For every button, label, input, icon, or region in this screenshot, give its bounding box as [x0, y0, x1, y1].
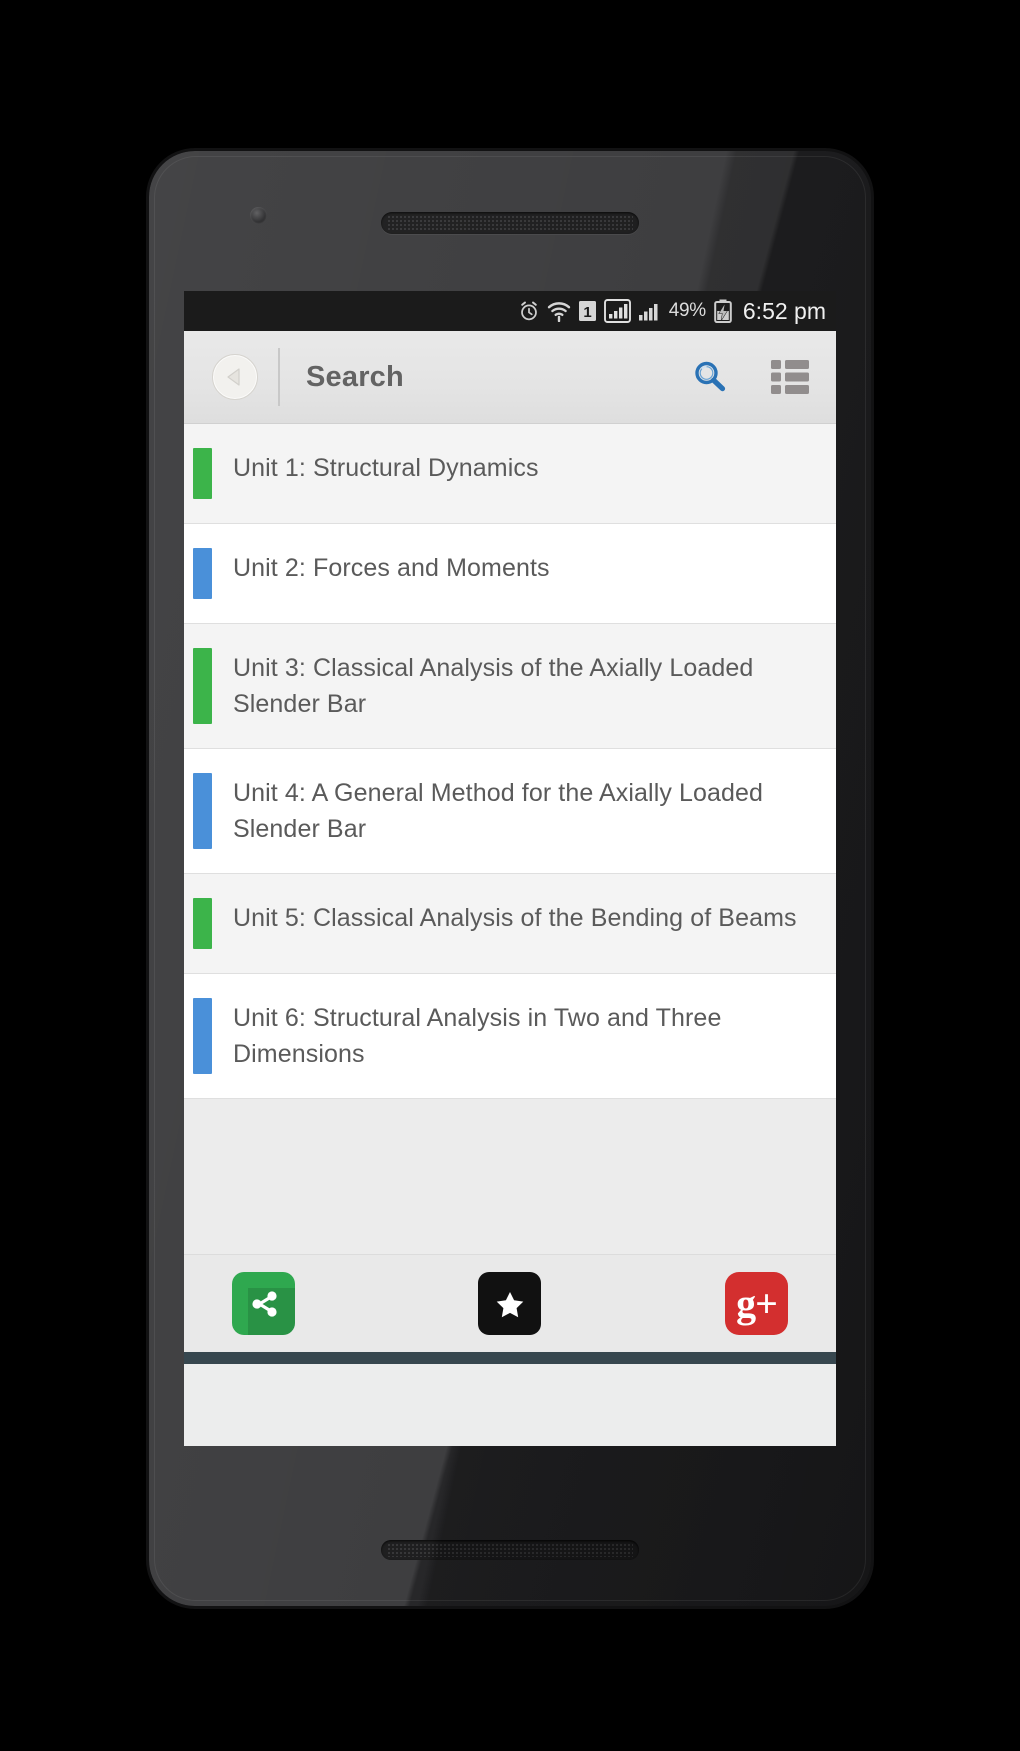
list-item[interactable]: Unit 6: Structural Analysis in Two and T… — [184, 974, 836, 1099]
battery-charging-icon — [714, 299, 732, 323]
front-camera-icon — [250, 207, 267, 224]
google-plus-slot: g+ — [603, 1272, 788, 1335]
status-bar: 1 49% 6:52 pm — [184, 291, 836, 331]
earpiece-speaker-icon — [381, 212, 639, 234]
svg-text:1: 1 — [583, 304, 591, 321]
list-item-label: Unit 6: Structural Analysis in Two and T… — [233, 1004, 722, 1068]
wifi-icon — [547, 300, 571, 322]
accent-bar — [193, 648, 212, 724]
phone-screen: 1 49% 6:52 pm Search Unit 1: Structural … — [184, 291, 836, 1446]
accent-bar — [193, 548, 212, 599]
bottom-action-bar: g+ — [184, 1254, 836, 1352]
star-icon — [491, 1285, 529, 1323]
back-button[interactable] — [212, 354, 258, 400]
accent-bar — [193, 448, 212, 499]
accent-bar — [193, 998, 212, 1074]
search-button[interactable] — [681, 348, 739, 406]
unit-list: Unit 1: Structural Dynamics Unit 2: Forc… — [184, 424, 836, 1099]
clock-label: 6:52 pm — [742, 297, 826, 324]
page-title: Search — [306, 360, 404, 393]
list-item[interactable]: Unit 4: A General Method for the Axially… — [184, 749, 836, 874]
sim-1-icon: 1 — [578, 300, 597, 322]
screenshot-stage: 1 49% 6:52 pm Search Unit 1: Structural … — [0, 0, 1020, 1751]
navigation-bar-strip — [184, 1352, 836, 1364]
search-icon — [690, 357, 730, 397]
list-item-label: Unit 1: Structural Dynamics — [233, 454, 539, 482]
rate-slot — [417, 1272, 602, 1335]
accent-bar — [193, 898, 212, 949]
list-item-label: Unit 2: Forces and Moments — [233, 554, 550, 582]
rate-button[interactable] — [478, 1272, 542, 1335]
list-empty-area — [184, 1099, 836, 1254]
list-item[interactable]: Unit 3: Classical Analysis of the Axiall… — [184, 624, 836, 749]
list-view-button[interactable] — [761, 348, 819, 406]
list-item-label: Unit 3: Classical Analysis of the Axiall… — [233, 654, 754, 718]
app-bar: Search — [184, 331, 836, 424]
accent-bar — [193, 773, 212, 849]
google-plus-icon: g+ — [736, 1280, 778, 1326]
battery-percent-label: 49% — [668, 300, 706, 321]
signal-bars-2-icon — [638, 300, 661, 322]
status-bar-icons: 1 — [518, 299, 661, 323]
list-item-label: Unit 5: Classical Analysis of the Bendin… — [233, 904, 797, 932]
list-view-icon — [769, 358, 811, 396]
app-bar-divider — [278, 348, 280, 406]
alarm-icon — [518, 300, 540, 322]
share-icon — [245, 1285, 283, 1323]
google-plus-button[interactable]: g+ — [724, 1272, 788, 1335]
list-item[interactable]: Unit 1: Structural Dynamics — [184, 424, 836, 524]
share-button[interactable] — [232, 1272, 295, 1335]
back-arrow-icon — [222, 364, 248, 390]
list-item[interactable]: Unit 2: Forces and Moments — [184, 524, 836, 624]
bottom-speaker-icon — [381, 1540, 639, 1560]
share-slot — [232, 1272, 417, 1335]
signal-bars-icon — [603, 299, 631, 323]
list-item-label: Unit 4: A General Method for the Axially… — [233, 779, 764, 843]
list-item[interactable]: Unit 5: Classical Analysis of the Bendin… — [184, 874, 836, 974]
